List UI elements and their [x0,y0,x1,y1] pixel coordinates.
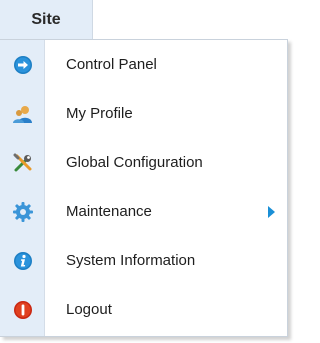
menu-item-label: My Profile [66,105,133,122]
menu-tab-label: Site [31,10,61,28]
menu-item-label: System Information [66,252,196,269]
menu-item-control-panel[interactable]: Control Panel [0,40,287,89]
site-menu: Site Control Panel My Profile Global Con… [0,0,299,343]
menu-item-label: Logout [66,301,112,318]
menu-item-label: Maintenance [66,203,152,220]
tools-icon [0,138,45,187]
logout-icon [0,285,45,334]
menu-item-system-information[interactable]: System Information [0,236,287,285]
submenu-arrow-icon [268,205,275,218]
menu-item-global-configuration[interactable]: Global Configuration [0,138,287,187]
menu-item-my-profile[interactable]: My Profile [0,89,287,138]
dropdown-panel: Control Panel My Profile Global Configur… [0,39,288,337]
menu-item-maintenance[interactable]: Maintenance [0,187,287,236]
menu-item-label: Control Panel [66,56,157,73]
menu-tab-site[interactable]: Site [0,0,93,39]
menu-item-logout[interactable]: Logout [0,285,287,334]
menu-item-label: Global Configuration [66,154,203,171]
gear-icon [0,187,45,236]
control-panel-icon [0,40,45,89]
info-icon [0,236,45,285]
user-profile-icon [0,89,45,138]
